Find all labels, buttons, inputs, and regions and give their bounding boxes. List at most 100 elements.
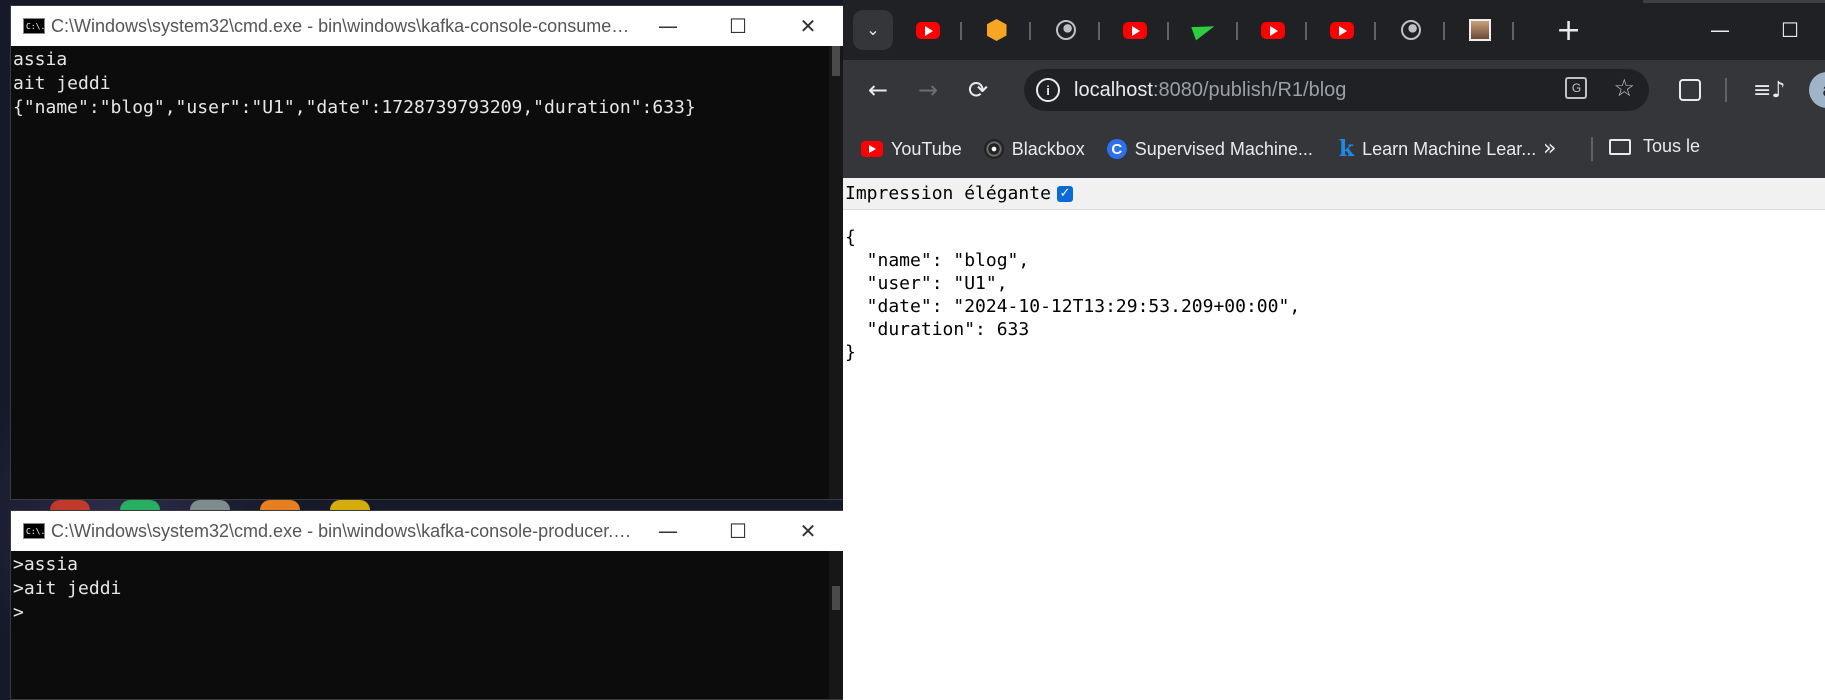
tab[interactable] (1100, 10, 1169, 50)
tab[interactable] (1376, 10, 1445, 50)
maximize-button[interactable]: ☐ (703, 6, 773, 46)
console-line: assia (13, 49, 68, 70)
bookmark-learn-ml[interactable]: k Learn Machine Lear... (1339, 136, 1536, 162)
youtube-icon (1329, 21, 1354, 39)
bookmark-label: YouTube (891, 138, 962, 159)
producer-console-window[interactable]: C:\. C:\Windows\system32\cmd.exe - bin\w… (10, 510, 844, 700)
page-content: Impression élégante ✓ { "name": "blog", … (843, 178, 1825, 700)
bookmarks-bar: YouTube Blackbox C Supervised Machine...… (843, 120, 1825, 179)
desktop-app-icon[interactable] (330, 500, 370, 510)
desktop-icons-peek (0, 500, 895, 510)
extensions-icon[interactable] (1679, 79, 1701, 101)
back-button[interactable]: ← (853, 65, 903, 115)
globe-icon (1055, 20, 1076, 40)
c-logo-icon: C (1106, 139, 1127, 159)
desktop-app-icon[interactable] (120, 500, 160, 510)
folder-icon (1609, 138, 1631, 155)
desktop-app-icon[interactable] (190, 500, 230, 510)
producer-titlebar[interactable]: C:\. C:\Windows\system32\cmd.exe - bin\w… (11, 511, 843, 551)
json-line: "duration": 633 (845, 319, 1030, 340)
producer-window-title: C:\Windows\system32\cmd.exe - bin\window… (51, 520, 633, 541)
reload-button[interactable]: ⟳ (953, 65, 1003, 115)
translate-icon[interactable]: G (1565, 77, 1588, 99)
json-viewer: { "name": "blog", "user": "U1", "date": … (843, 210, 1825, 380)
close-button[interactable]: ✕ (773, 6, 843, 46)
minimize-button[interactable]: — (633, 6, 703, 46)
more-bookmarks-button[interactable]: » (1543, 136, 1556, 161)
console-line: >ait jeddi (13, 578, 122, 599)
json-line: "user": "U1", (845, 273, 1008, 294)
tab[interactable] (1169, 10, 1238, 50)
maximize-button[interactable]: ☐ (703, 511, 773, 551)
close-button[interactable]: ✕ (773, 511, 843, 551)
globe-icon (1400, 20, 1421, 40)
address-bar[interactable]: i localhost:8080/publish/R1/blog G ☆ (1024, 69, 1649, 111)
pretty-print-checkbox[interactable]: ✓ (1056, 185, 1073, 202)
url-path: :8080/publish/R1/blog (1152, 78, 1347, 101)
k-logo-icon: k (1338, 136, 1355, 162)
scrollbar[interactable] (829, 551, 843, 699)
json-line: { (845, 227, 856, 248)
minimize-button[interactable]: — (633, 511, 703, 551)
console-line: {"name":"blog","user":"U1","date":172873… (13, 97, 696, 118)
site-info-icon[interactable]: i (1036, 78, 1060, 102)
console-line: >assia (13, 554, 79, 575)
bookmark-label: Blackbox (1011, 138, 1085, 159)
tab[interactable] (962, 10, 1031, 50)
maximize-button[interactable]: ☐ (1755, 0, 1825, 60)
bookmark-star-icon[interactable]: ☆ (1613, 77, 1635, 101)
scroll-thumb[interactable] (832, 586, 840, 610)
tab[interactable] (1445, 10, 1514, 50)
pretty-print-bar: Impression élégante ✓ (843, 178, 1825, 210)
desktop-app-icon[interactable] (50, 500, 90, 510)
json-line: } (845, 342, 856, 363)
pretty-print-label[interactable]: Impression élégante (845, 183, 1051, 204)
bookmark-supervised-ml[interactable]: C Supervised Machine... (1106, 138, 1313, 160)
url-text[interactable]: localhost:8080/publish/R1/blog (1074, 79, 1346, 102)
consumer-console-window[interactable]: C:\. C:\Windows\system32\cmd.exe - bin\w… (10, 5, 844, 500)
youtube-icon (1260, 21, 1285, 39)
producer-input[interactable]: >assia >ait jeddi > (11, 551, 843, 699)
url-host: localhost (1074, 78, 1153, 101)
bookmark-label: Supervised Machine... (1134, 138, 1313, 159)
tab-search-button[interactable]: ⌄ (853, 10, 893, 50)
bookmark-youtube[interactable]: YouTube (861, 139, 962, 160)
scrollbar[interactable] (829, 46, 843, 499)
all-bookmarks-folder[interactable]: Tous le (1609, 136, 1700, 157)
forward-button[interactable]: → (903, 65, 953, 115)
youtube-icon (1122, 21, 1147, 39)
tab[interactable] (1307, 10, 1376, 50)
all-bookmarks-label: Tous le (1643, 136, 1701, 156)
browser-window[interactable]: ⌄ + — ☐ ← → ⟳ i localhost:8080/publish/R… (843, 0, 1825, 700)
new-tab-button[interactable]: + (1556, 13, 1581, 48)
scroll-thumb[interactable] (832, 46, 840, 76)
consumer-output[interactable]: assia ait jeddi {"name":"blog","user":"U… (11, 46, 843, 499)
youtube-icon (915, 21, 940, 39)
media-control-icon[interactable]: ≡♪ (1753, 78, 1785, 103)
youtube-icon (861, 141, 883, 157)
cmd-icon: C:\. (23, 523, 45, 539)
tab-strip: ⌄ + — ☐ (843, 0, 1825, 60)
profile-photo-icon (1468, 19, 1491, 41)
blackbox-icon (983, 139, 1004, 159)
profile-avatar[interactable]: a (1809, 72, 1825, 108)
browser-toolbar: ← → ⟳ i localhost:8080/publish/R1/blog G… (843, 60, 1825, 120)
bookmark-label: Learn Machine Lear... (1362, 138, 1537, 159)
tab[interactable] (1031, 10, 1100, 50)
orange-cube-icon (986, 19, 1007, 41)
cmd-icon: C:\. (23, 18, 45, 34)
json-line: "name": "blog", (845, 250, 1030, 271)
paper-plane-icon (1190, 19, 1217, 41)
bookmarks-divider (1591, 137, 1593, 161)
minimize-button[interactable]: — (1685, 0, 1755, 60)
console-line: ait jeddi (13, 73, 111, 94)
tab[interactable] (1238, 10, 1307, 50)
toolbar-divider (1725, 78, 1727, 102)
json-line: "date": "2024-10-12T13:29:53.209+00:00", (845, 296, 1301, 317)
desktop-app-icon[interactable] (260, 500, 300, 510)
bookmark-blackbox[interactable]: Blackbox (983, 138, 1085, 160)
console-prompt[interactable]: > (11, 601, 843, 625)
consumer-titlebar[interactable]: C:\. C:\Windows\system32\cmd.exe - bin\w… (11, 6, 843, 46)
tab[interactable] (893, 10, 962, 50)
consumer-window-title: C:\Windows\system32\cmd.exe - bin\window… (51, 15, 633, 36)
